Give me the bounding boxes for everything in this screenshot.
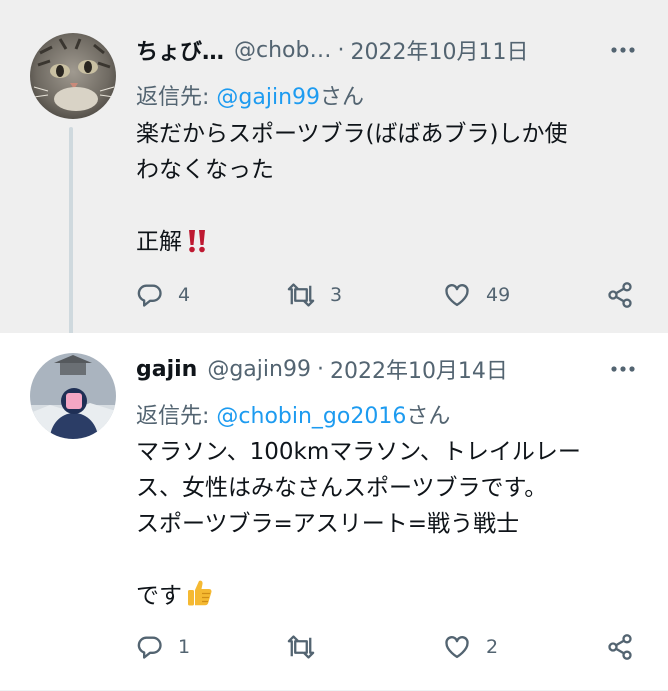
like-count: 2 xyxy=(486,636,499,658)
share-button[interactable] xyxy=(606,280,634,310)
reply-mention-link[interactable]: @gajin99 xyxy=(216,85,320,110)
tweet[interactable]: ちょび… @chob… · 2022年10月11日 返信先: @gajin99さ… xyxy=(0,0,668,345)
tweet-text: マラソン、100kmマラソン、トレイルレー ス、女性はみなさんスポーツブラです。… xyxy=(136,434,636,614)
tweet-text-line: マラソン、100kmマラソン、トレイルレー xyxy=(136,439,581,465)
tweet-text-line-with-emoji: です xyxy=(136,578,636,614)
like-count: 49 xyxy=(486,284,511,306)
tweet-actions: 4 3 49 xyxy=(136,280,636,310)
display-name[interactable]: ちょび… xyxy=(136,34,224,66)
tweet-text-line: です xyxy=(136,583,182,609)
like-button[interactable]: 49 xyxy=(442,280,510,310)
reply-suffix: さん xyxy=(320,85,365,110)
tweet-text-line: 正解 xyxy=(136,229,182,255)
reply-count: 1 xyxy=(178,636,191,658)
retweet-button[interactable]: 3 xyxy=(286,280,342,310)
tweet-actions: 1 2 xyxy=(136,632,636,662)
separator-dot: · xyxy=(316,356,324,382)
tweet-text-line: ス、女性はみなさんスポーツブラです。 xyxy=(136,475,548,501)
reply-icon xyxy=(136,281,164,309)
tweet-header: ちょび… @chob… · 2022年10月11日 xyxy=(136,33,638,67)
separator-dot: · xyxy=(337,37,345,63)
tweet-text-line: スポーツブラ=アスリート=戦う戦士 xyxy=(136,511,520,537)
share-icon xyxy=(606,281,634,309)
tweet[interactable]: gajin @gajin99 · 2022年10月14日 返信先: @chobi… xyxy=(0,333,668,691)
share-icon xyxy=(606,633,634,661)
reply-context: 返信先: @chobin_go2016さん xyxy=(136,398,450,430)
user-handle[interactable]: @gajin99 xyxy=(207,357,311,382)
user-handle[interactable]: @chob… xyxy=(234,38,331,63)
display-name[interactable]: gajin xyxy=(136,357,197,382)
reply-mention-link[interactable]: @chobin_go2016 xyxy=(216,404,406,429)
like-icon xyxy=(442,281,472,309)
like-button[interactable]: 2 xyxy=(442,632,498,662)
avatar[interactable] xyxy=(30,33,116,119)
reply-count: 4 xyxy=(178,284,191,306)
double-exclamation-icon xyxy=(184,228,210,265)
reply-label: 返信先: xyxy=(136,85,217,110)
reply-label: 返信先: xyxy=(136,404,217,429)
reply-icon xyxy=(136,633,164,661)
like-icon xyxy=(442,633,472,661)
reply-context: 返信先: @gajin99さん xyxy=(136,79,364,111)
retweet-icon xyxy=(286,633,316,661)
reply-button[interactable]: 4 xyxy=(136,280,190,310)
reply-suffix: さん xyxy=(406,404,451,429)
tweet-text-line: わなくなった xyxy=(136,157,274,183)
more-icon[interactable] xyxy=(608,354,638,384)
tweet-text-line: 楽だからスポーツブラ(ばばあブラ)しか使 xyxy=(136,121,568,147)
retweet-count: 3 xyxy=(330,284,343,306)
avatar[interactable] xyxy=(30,353,116,439)
retweet-button[interactable] xyxy=(286,632,330,662)
tweet-date[interactable]: 2022年10月11日 xyxy=(350,34,528,66)
thread-connector-line xyxy=(69,127,73,345)
more-icon[interactable] xyxy=(608,35,638,65)
share-button[interactable] xyxy=(606,632,634,662)
thumbs-up-icon xyxy=(184,578,214,619)
tweet-text-line-with-emoji: 正解 xyxy=(136,224,636,260)
retweet-icon xyxy=(286,281,316,309)
tweet-text: 楽だからスポーツブラ(ばばあブラ)しか使 わなくなった 正解 xyxy=(136,116,636,260)
tweet-header: gajin @gajin99 · 2022年10月14日 xyxy=(136,352,638,386)
tweet-date[interactable]: 2022年10月14日 xyxy=(330,353,508,385)
reply-button[interactable]: 1 xyxy=(136,632,190,662)
